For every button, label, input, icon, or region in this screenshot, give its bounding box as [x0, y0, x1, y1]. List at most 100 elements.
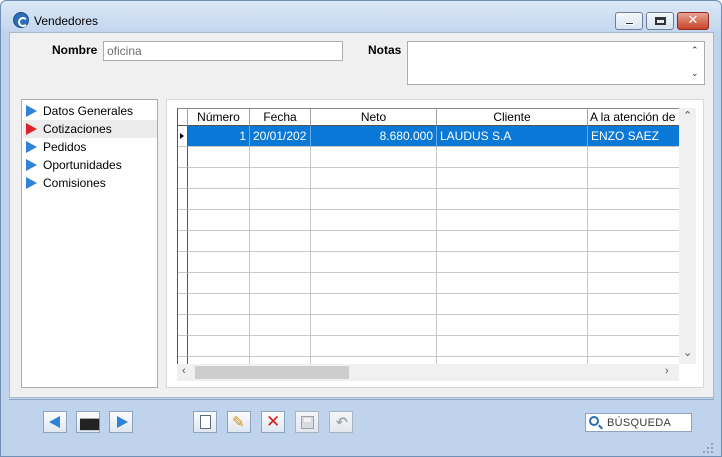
empty-cell[interactable] — [588, 315, 679, 336]
empty-cell[interactable] — [437, 357, 588, 364]
edit-button[interactable]: ✎ — [227, 411, 251, 433]
column-header-fecha[interactable]: Fecha — [250, 109, 311, 126]
delete-button[interactable]: ✕ — [261, 411, 285, 433]
next-record-button[interactable] — [109, 411, 133, 433]
empty-cell[interactable] — [250, 168, 311, 189]
column-header-neto[interactable]: Neto — [311, 109, 437, 126]
empty-cell[interactable] — [188, 252, 250, 273]
resize-grip-icon[interactable] — [701, 441, 715, 455]
empty-cell[interactable] — [437, 168, 588, 189]
empty-cell[interactable] — [250, 273, 311, 294]
column-header-cliente[interactable]: Cliente — [437, 109, 588, 126]
cell-atencion[interactable]: ENZO SAEZ — [588, 126, 679, 147]
empty-cell[interactable] — [250, 210, 311, 231]
nav-item-pedidos[interactable]: Pedidos — [23, 138, 157, 156]
empty-cell[interactable] — [250, 315, 311, 336]
empty-cell[interactable] — [188, 294, 250, 315]
empty-cell[interactable] — [588, 147, 679, 168]
maximize-button[interactable] — [646, 12, 674, 30]
save-button[interactable] — [295, 411, 319, 433]
scroll-right-icon[interactable]: › — [665, 365, 669, 377]
cell-neto[interactable]: 8.680.000 — [311, 126, 437, 147]
title-bar[interactable]: Vendedores ✕ — [1, 1, 721, 31]
cell-numero[interactable]: 1 — [188, 126, 250, 147]
empty-cell[interactable] — [311, 147, 437, 168]
empty-cell[interactable] — [588, 210, 679, 231]
scroll-up-icon[interactable]: ⌃ — [683, 109, 692, 122]
empty-cell[interactable] — [311, 189, 437, 210]
empty-cell[interactable] — [437, 273, 588, 294]
empty-cell[interactable] — [588, 231, 679, 252]
empty-cell[interactable] — [250, 189, 311, 210]
grid-horizontal-scrollbar[interactable]: ‹ › — [177, 364, 679, 381]
row-indicator — [178, 231, 188, 252]
nav-item-datos-generales[interactable]: Datos Generales — [23, 102, 157, 120]
nav-item-oportunidades[interactable]: Oportunidades — [23, 156, 157, 174]
header-corner — [178, 109, 188, 126]
column-header-numero[interactable]: Número — [188, 109, 250, 126]
empty-cell[interactable] — [250, 252, 311, 273]
empty-cell[interactable] — [588, 252, 679, 273]
empty-cell[interactable] — [188, 189, 250, 210]
empty-cell[interactable] — [311, 336, 437, 357]
notas-scrollbar[interactable]: ⌃ ⌄ — [687, 42, 704, 84]
empty-cell[interactable] — [188, 168, 250, 189]
column-header-atencion[interactable]: A la atención de — [588, 109, 679, 126]
empty-cell[interactable] — [588, 294, 679, 315]
empty-cell[interactable] — [437, 336, 588, 357]
search-icon — [589, 416, 599, 426]
empty-cell[interactable] — [437, 294, 588, 315]
new-button[interactable] — [193, 411, 217, 433]
notas-textarea[interactable]: ⌃ ⌄ — [407, 41, 705, 85]
grid-vertical-scrollbar[interactable]: ⌃ ⌄ — [679, 108, 696, 364]
empty-cell[interactable] — [311, 357, 437, 364]
empty-cell[interactable] — [588, 189, 679, 210]
empty-cell[interactable] — [250, 336, 311, 357]
empty-cell[interactable] — [588, 357, 679, 364]
empty-cell[interactable] — [250, 294, 311, 315]
empty-cell[interactable] — [188, 147, 250, 168]
empty-cell[interactable] — [311, 252, 437, 273]
empty-cell[interactable] — [311, 273, 437, 294]
undo-button[interactable]: ↶ — [329, 411, 353, 433]
scroll-up-icon[interactable]: ⌃ — [691, 45, 699, 56]
empty-cell[interactable] — [311, 294, 437, 315]
empty-cell[interactable] — [588, 168, 679, 189]
empty-cell[interactable] — [188, 231, 250, 252]
empty-cell[interactable] — [311, 168, 437, 189]
cell-cliente[interactable]: LAUDUS S.A — [437, 126, 588, 147]
empty-cell[interactable] — [188, 357, 250, 364]
empty-cell[interactable] — [437, 315, 588, 336]
empty-cell[interactable] — [188, 210, 250, 231]
empty-cell[interactable] — [437, 210, 588, 231]
empty-cell[interactable] — [437, 189, 588, 210]
empty-cell[interactable] — [188, 273, 250, 294]
empty-cell[interactable] — [311, 231, 437, 252]
empty-cell[interactable] — [250, 357, 311, 364]
empty-cell[interactable] — [311, 210, 437, 231]
empty-cell[interactable] — [188, 336, 250, 357]
cotizaciones-grid[interactable]: Número Fecha Neto Cliente A la atención … — [177, 108, 679, 364]
previous-record-button[interactable] — [43, 411, 67, 433]
empty-cell[interactable] — [250, 231, 311, 252]
nombre-input[interactable] — [103, 41, 343, 61]
empty-cell[interactable] — [437, 231, 588, 252]
empty-cell[interactable] — [311, 315, 437, 336]
nav-item-comisiones[interactable]: Comisiones — [23, 174, 157, 192]
scroll-left-icon[interactable]: ‹ — [182, 365, 186, 377]
nav-item-cotizaciones[interactable]: Cotizaciones — [23, 120, 157, 138]
cell-fecha[interactable]: 20/01/202 — [250, 126, 311, 147]
empty-cell[interactable] — [437, 147, 588, 168]
search-field[interactable]: BÚSQUEDA — [585, 413, 692, 432]
empty-cell[interactable] — [588, 273, 679, 294]
close-button[interactable]: ✕ — [677, 12, 709, 30]
empty-cell[interactable] — [588, 336, 679, 357]
empty-cell[interactable] — [188, 315, 250, 336]
empty-cell[interactable] — [437, 252, 588, 273]
minimize-button[interactable] — [615, 12, 643, 30]
empty-cell[interactable] — [250, 147, 311, 168]
horizontal-scroll-thumb[interactable] — [195, 366, 349, 379]
scroll-down-icon[interactable]: ⌄ — [683, 346, 692, 359]
find-button[interactable]: ▆▆ — [76, 411, 100, 433]
scroll-down-icon[interactable]: ⌄ — [691, 68, 699, 79]
